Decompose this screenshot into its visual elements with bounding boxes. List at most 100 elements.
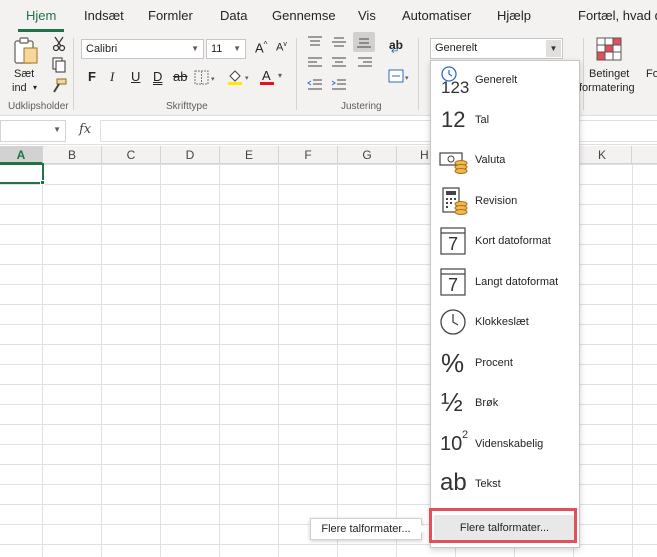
group-divider [73,38,74,110]
next-command-partial[interactable]: Fo [646,68,657,80]
percent-icon: % [439,348,469,378]
chevron-down-icon: ▾ [278,71,283,80]
bold-button[interactable]: F [88,69,96,84]
merge-center-icon[interactable]: ▾ [388,69,412,85]
shrink-font-button[interactable]: Av [276,41,287,54]
tell-me-search[interactable]: Fortæl, hvad d [578,8,657,23]
glyph-10: 10 [440,433,463,455]
format-label: Brøk [475,397,499,409]
clock-icon [439,307,469,337]
format-option-langt-datoformat[interactable]: 7 Langt datoformat [431,263,579,303]
column-header-c[interactable]: C [102,146,161,164]
column-header-g[interactable]: G [338,146,397,164]
grow-font-button[interactable]: A^ [255,40,267,55]
tab-vis[interactable]: Vis [358,8,376,23]
align-left-icon[interactable] [307,57,323,69]
fraction-icon: ½ [439,387,469,418]
increase-indent-icon[interactable] [331,79,347,91]
align-center-icon[interactable] [331,57,347,69]
font-size-value: 11 [211,43,223,55]
glyph-half: ½ [441,387,463,417]
column-header-d[interactable]: D [161,146,220,164]
svg-text:▾: ▾ [211,75,215,83]
conditional-label-line1: Betinget [589,68,630,80]
align-bottom-button[interactable] [353,32,375,52]
fill-handle[interactable] [40,180,45,185]
italic-button[interactable]: I [110,69,114,85]
group-divider [418,38,419,110]
more-formats-tooltip: Flere talformater... [310,518,422,540]
tooltip-arrow [420,524,426,534]
double-underline-button[interactable]: D [153,69,162,84]
wrap-text-button[interactable]: ab ↵ [388,38,406,57]
fill-color-icon[interactable]: ▾ [226,68,252,86]
glyph-12: 12 [441,107,466,132]
number-format-dropdown: 123 Generelt 12 Tal Valuta Revision 7 Ko… [430,60,580,548]
font-name-combobox[interactable]: Calibri ▼ [81,39,204,59]
align-top-icon[interactable] [307,36,323,48]
calculator-coins-icon [439,186,469,216]
column-header-e[interactable]: E [220,146,279,164]
tab-gennemse[interactable]: Gennemse [272,8,336,23]
align-right-icon[interactable] [357,57,373,69]
format-option-revision[interactable]: Revision [431,182,579,222]
number-format-combobox[interactable]: Generelt ▼ [430,38,563,59]
format-option-valuta[interactable]: Valuta [431,141,579,181]
format-option-kort-datoformat[interactable]: 7 Kort datoformat [431,222,579,262]
paste-button[interactable]: Sæt ind ▾ [8,34,42,96]
format-option-videnskabelig[interactable]: 10 2 Videnskabelig [431,425,579,465]
conditional-formatting-button[interactable]: Betinget formatering [579,34,643,96]
font-color-button[interactable]: A ▾ [260,68,286,86]
format-label: Videnskabelig [475,438,544,450]
format-label: Revision [475,195,518,207]
column-header-f[interactable]: F [279,146,338,164]
glyph-7: 7 [448,275,459,295]
chevron-down-icon: ▼ [233,44,241,53]
clock-123-icon: 123 [439,65,470,97]
copy-icon[interactable] [51,57,67,73]
column-header-k[interactable]: K [573,146,632,164]
glyph-percent: % [441,348,465,378]
ribbon-tab-bar: Hjem Indsæt Formler Data Gennemse Vis Au… [0,0,657,32]
borders-icon[interactable]: ▾ [194,70,218,86]
align-middle-icon[interactable] [331,36,347,48]
format-option-generelt[interactable]: 123 Generelt [431,61,579,101]
format-option-tal[interactable]: 12 Tal [431,101,579,141]
format-label: Langt datoformat [475,276,559,288]
format-label: Tekst [475,478,501,490]
conditional-label-line2: formatering [579,82,635,94]
column-header-b[interactable]: B [43,146,102,164]
decrease-indent-icon[interactable] [307,79,323,91]
svg-text:▾: ▾ [405,74,409,82]
active-cell-a1[interactable] [0,163,44,184]
tab-data[interactable]: Data [220,8,247,23]
cut-scissors-icon[interactable] [52,36,66,52]
chevron-down-button[interactable]: ▼ [546,40,561,57]
tab-automatiser[interactable]: Automatiser [402,8,471,23]
font-color-glyph: A [262,68,271,83]
number-format-value: Generelt [435,42,478,54]
font-color-bar [260,82,274,85]
svg-text:▾: ▾ [245,74,249,82]
strikethrough-button[interactable]: ab [173,69,187,84]
format-option-broek[interactable]: ½ Brøk [431,384,579,424]
insert-function-button[interactable]: fx [79,122,91,137]
tab-formler[interactable]: Formler [148,8,193,23]
clipboard-icon [14,37,38,64]
column-header-a[interactable]: A [0,146,43,164]
format-option-procent[interactable]: % Procent [431,344,579,384]
tab-indsaet[interactable]: Indsæt [84,8,124,23]
format-label: Klokkeslæt [475,316,529,328]
format-option-klokkeslaet[interactable]: Klokkeslæt [431,303,579,343]
name-box[interactable]: ▼ [0,120,66,142]
underline-button[interactable]: U [131,69,140,84]
text-ab-icon: ab [439,469,469,499]
format-option-tekst[interactable]: ab Tekst [431,465,579,505]
number-12-icon: 12 [439,105,469,135]
font-size-combobox[interactable]: 11 ▼ [206,39,246,59]
tab-hjem[interactable]: Hjem [26,8,56,23]
tab-hjaelp[interactable]: Hjælp [497,8,531,23]
highlight-annotation [429,508,577,543]
format-painter-icon[interactable] [51,78,67,94]
glyph-123: 123 [441,78,470,97]
